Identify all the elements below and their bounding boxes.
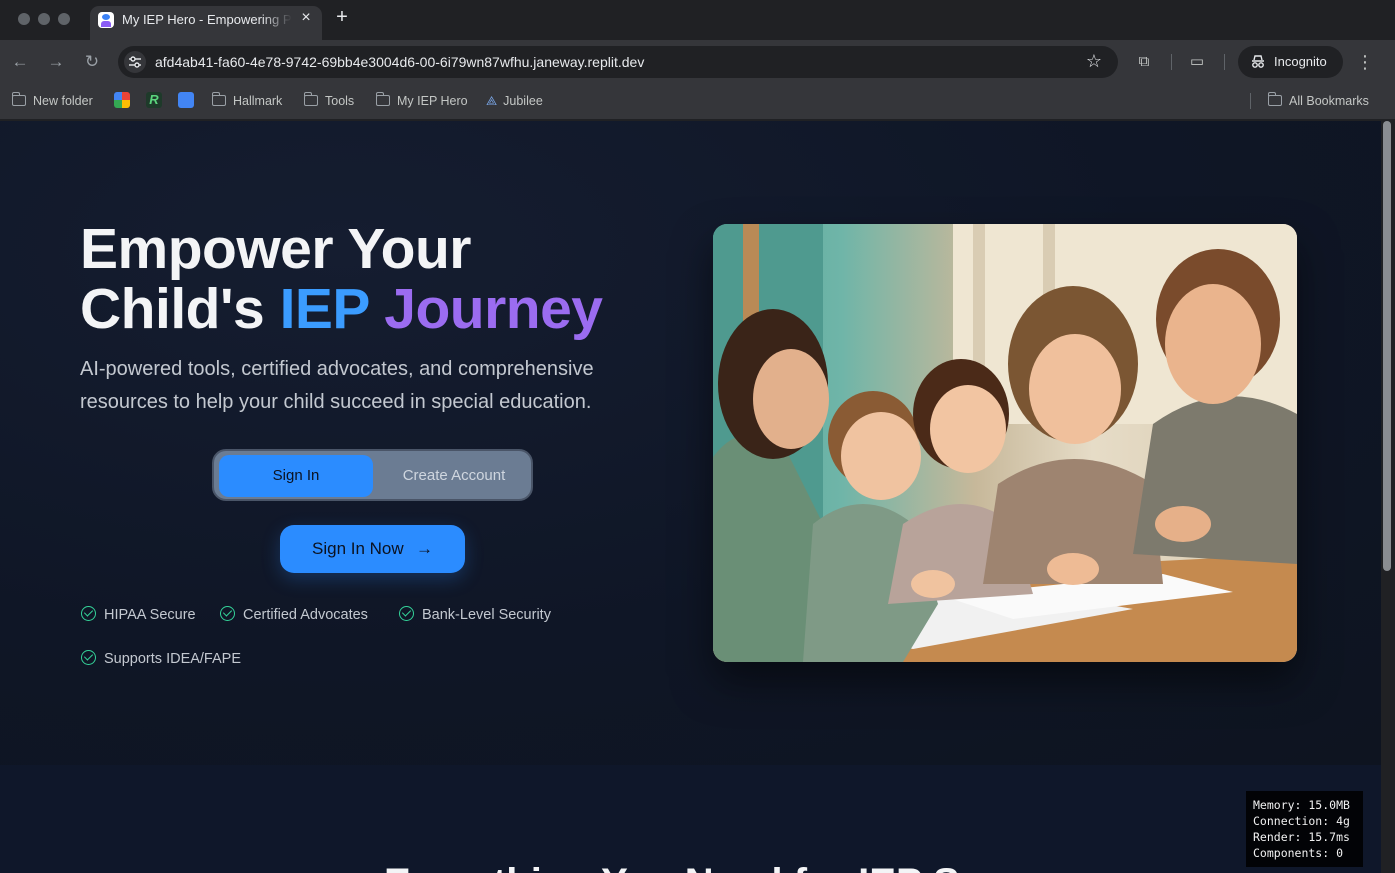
folder-icon bbox=[376, 92, 390, 106]
perf-render: Render: 15.7ms bbox=[1253, 830, 1350, 844]
bookmark-tools[interactable]: Tools bbox=[304, 91, 354, 111]
title-word-journey: Journey bbox=[384, 277, 603, 341]
tab-title: My IEP Hero - Empowering Parents bbox=[122, 12, 292, 27]
window-maximize-dot[interactable] bbox=[58, 13, 70, 25]
folder-icon bbox=[1268, 92, 1282, 106]
perf-components: Components: 0 bbox=[1253, 846, 1344, 860]
toggle-sign-in[interactable]: Sign In bbox=[219, 455, 373, 497]
reload-icon[interactable]: ↻ bbox=[80, 50, 104, 74]
window-close-dot[interactable] bbox=[18, 13, 30, 25]
docs-bookmark-icon[interactable] bbox=[178, 92, 194, 108]
incognito-label: Incognito bbox=[1274, 54, 1327, 69]
all-bookmarks[interactable]: All Bookmarks bbox=[1268, 91, 1369, 111]
title-word-childs: Child's bbox=[80, 277, 265, 341]
scrollbar-thumb[interactable] bbox=[1383, 121, 1391, 571]
features-section-title: Everything You Need for IEP Success bbox=[384, 861, 1095, 873]
forward-icon[interactable]: → bbox=[44, 50, 68, 74]
check-circle-icon bbox=[81, 606, 96, 621]
r-bookmark-icon[interactable]: R bbox=[146, 92, 162, 108]
jubilee-icon: ⟁ bbox=[486, 94, 498, 108]
toolbar-divider bbox=[1224, 54, 1225, 70]
address-bar[interactable]: afd4ab41-fa60-4e78-9742-69bb4e3004d6-00-… bbox=[118, 46, 1118, 78]
browser-toolbar: ← → ↻ afd4ab41-fa60-4e78-9742-69bb4e3004… bbox=[0, 40, 1395, 84]
tab-strip: My IEP Hero - Empowering Parents × + bbox=[0, 0, 1395, 40]
bookmark-star-icon[interactable]: ☆ bbox=[1084, 51, 1104, 71]
site-info-icon[interactable] bbox=[124, 51, 146, 73]
rainbow-bookmark-icon[interactable] bbox=[114, 92, 130, 108]
page-scrollbar[interactable] bbox=[1381, 121, 1395, 873]
toolbar-divider bbox=[1171, 54, 1172, 70]
url-text: afd4ab41-fa60-4e78-9742-69bb4e3004d6-00-… bbox=[155, 54, 645, 70]
check-circle-icon bbox=[399, 606, 414, 621]
hero-section: Empower Your Child's IEP Journey AI-powe… bbox=[0, 121, 1381, 765]
hero-family-photo bbox=[713, 224, 1297, 662]
bookmark-hallmark[interactable]: Hallmark bbox=[212, 91, 282, 111]
browser-menu-icon[interactable]: ⋮ bbox=[1356, 52, 1374, 72]
check-circle-icon bbox=[81, 650, 96, 665]
bookmark-my-iep-hero[interactable]: My IEP Hero bbox=[376, 91, 468, 111]
back-icon[interactable]: ← bbox=[8, 50, 32, 74]
hero-subtitle: AI-powered tools, certified advocates, a… bbox=[80, 358, 594, 413]
bookmark-new-folder[interactable]: New folder bbox=[12, 91, 93, 111]
folder-icon bbox=[304, 92, 318, 106]
features-section: Everything You Need for IEP Success bbox=[0, 765, 1381, 873]
feature-hipaa: HIPAA Secure bbox=[81, 605, 196, 625]
incognito-icon bbox=[1252, 55, 1264, 68]
favicon-icon bbox=[98, 12, 114, 28]
perf-memory: Memory: 15.0MB bbox=[1253, 798, 1350, 812]
hero-title: Empower Your Child's IEP Journey bbox=[80, 219, 603, 339]
bookmarks-bar: New folder R Hallmark Tools My IEP Hero … bbox=[0, 84, 1395, 120]
tab-close-icon[interactable]: × bbox=[298, 10, 314, 26]
page-viewport: Empower Your Child's IEP Journey AI-powe… bbox=[0, 121, 1381, 873]
bookmark-jubilee[interactable]: ⟁ Jubilee bbox=[486, 91, 543, 111]
folder-icon bbox=[12, 92, 26, 106]
feature-security: Bank-Level Security bbox=[399, 605, 551, 625]
sign-in-now-button[interactable]: Sign In Now → bbox=[280, 525, 465, 573]
auth-mode-toggle: Sign In Create Account bbox=[212, 449, 533, 501]
performance-overlay: Memory: 15.0MB Connection: 4g Render: 15.7… bbox=[1246, 791, 1363, 867]
tab-search-icon[interactable]: ▭ bbox=[1187, 52, 1207, 72]
incognito-indicator[interactable]: Incognito bbox=[1238, 46, 1343, 78]
new-tab-icon[interactable]: + bbox=[332, 7, 352, 27]
perf-connection: Connection: 4g bbox=[1253, 814, 1350, 828]
extensions-icon[interactable]: ⧉ bbox=[1134, 52, 1154, 72]
title-word-iep: IEP bbox=[279, 277, 370, 341]
browser-tab[interactable]: My IEP Hero - Empowering Parents × bbox=[90, 6, 322, 40]
title-line-1: Empower Your bbox=[80, 217, 471, 281]
folder-icon bbox=[212, 92, 226, 106]
toggle-create-account[interactable]: Create Account bbox=[380, 455, 528, 497]
feature-idea-fape: Supports IDEA/FAPE bbox=[81, 649, 241, 669]
cta-label: Sign In Now bbox=[312, 539, 404, 558]
window-minimize-dot[interactable] bbox=[38, 13, 50, 25]
feature-advocates: Certified Advocates bbox=[220, 605, 368, 625]
bookmarks-divider bbox=[1250, 93, 1251, 109]
check-circle-icon bbox=[220, 606, 235, 621]
arrow-right-icon: → bbox=[416, 539, 433, 558]
